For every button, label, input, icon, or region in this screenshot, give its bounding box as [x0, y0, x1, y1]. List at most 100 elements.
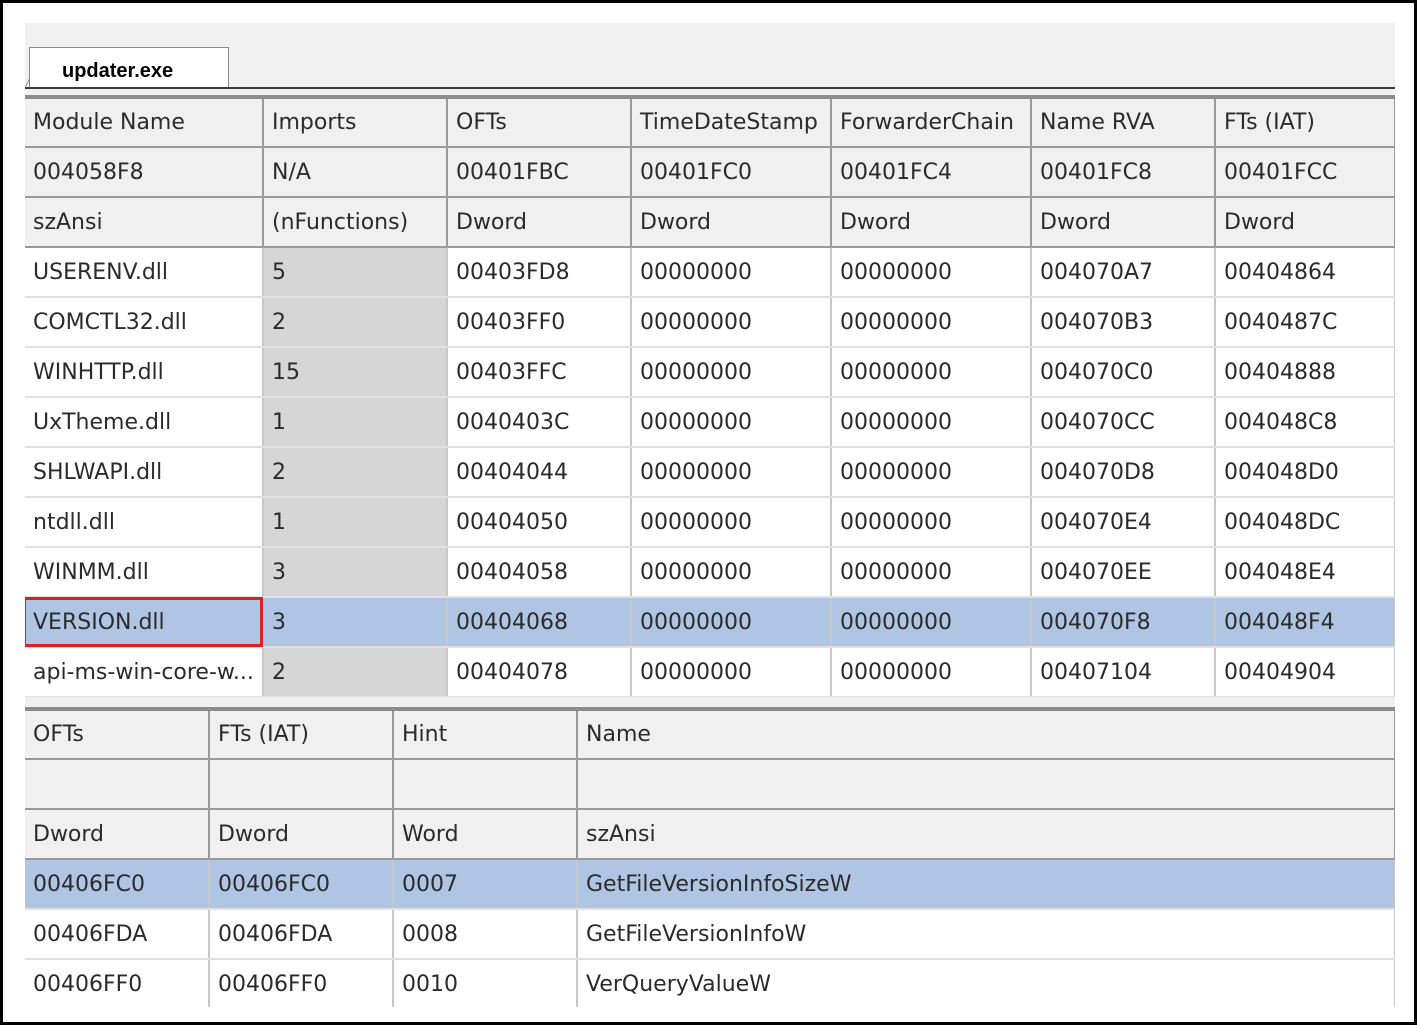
lower-table-cell[interactable]: 00406FDA: [25, 909, 210, 960]
lower-table-row[interactable]: 00406FF0 00406FF0 0010 VerQueryValueW: [25, 959, 1395, 1007]
lower-header-cell[interactable]: Hint: [393, 709, 578, 760]
upper-table-row[interactable]: ntdll.dll 1 00404050 00000000 00000000 004070…: [25, 497, 1395, 548]
upper-header-cell[interactable]: ForwarderChain: [831, 97, 1032, 148]
upper-header-cell[interactable]: 00401FCC: [1215, 147, 1395, 198]
upper-table-cell[interactable]: 00404068: [447, 597, 632, 648]
upper-table-cell[interactable]: 00000000: [631, 397, 832, 448]
upper-table-cell[interactable]: 3: [263, 597, 448, 648]
upper-table-cell[interactable]: 004048C8: [1215, 397, 1395, 448]
lower-table-cell[interactable]: 00406FF0: [25, 959, 210, 1007]
upper-table-cell[interactable]: 004070D8: [1031, 447, 1216, 498]
upper-table-cell[interactable]: 00000000: [631, 497, 832, 548]
upper-table-cell[interactable]: WINMM.dll: [25, 547, 264, 598]
upper-table-cell[interactable]: 00000000: [631, 597, 832, 648]
upper-table-cell[interactable]: UxTheme.dll: [25, 397, 264, 448]
upper-table-row[interactable]: USERENV.dll 5 00403FD8 00000000 00000000 0040…: [25, 247, 1395, 298]
upper-table-cell[interactable]: 00403FD8: [447, 247, 632, 298]
upper-table-cell[interactable]: 004070EE: [1031, 547, 1216, 598]
upper-header-cell[interactable]: 00401FBC: [447, 147, 632, 198]
upper-table-cell[interactable]: 004070E4: [1031, 497, 1216, 548]
upper-table-cell[interactable]: 00000000: [631, 547, 832, 598]
upper-table-cell[interactable]: 004048F4: [1215, 597, 1395, 648]
upper-header-cell[interactable]: 00401FC8: [1031, 147, 1216, 198]
lower-header-cell[interactable]: Dword: [25, 809, 210, 860]
upper-table-cell[interactable]: 1: [263, 497, 448, 548]
lower-table-cell[interactable]: 00406FDA: [209, 909, 394, 960]
upper-table-cell[interactable]: 00404888: [1215, 347, 1395, 398]
upper-table-cell[interactable]: USERENV.dll: [25, 247, 264, 298]
lower-table-cell[interactable]: 00406FC0: [25, 859, 210, 910]
lower-table-cell[interactable]: 00406FF0: [209, 959, 394, 1007]
upper-header-cell[interactable]: Dword: [631, 197, 832, 248]
upper-table-cell[interactable]: ntdll.dll: [25, 497, 264, 548]
splitter[interactable]: [25, 697, 1395, 707]
upper-header-cell[interactable]: szAnsi: [25, 197, 264, 248]
upper-table-cell[interactable]: SHLWAPI.dll: [25, 447, 264, 498]
upper-table-cell[interactable]: 00000000: [631, 647, 832, 698]
upper-table-cell[interactable]: 00404904: [1215, 647, 1395, 698]
upper-table-cell[interactable]: COMCTL32.dll: [25, 297, 264, 348]
upper-header-cell[interactable]: TimeDateStamp: [631, 97, 832, 148]
upper-header-cell[interactable]: Dword: [1031, 197, 1216, 248]
upper-table-row[interactable]: VERSION.dll 3 00404068 00000000 00000000 0040…: [25, 597, 1395, 648]
upper-table-cell[interactable]: 3: [263, 547, 448, 598]
upper-table-cell[interactable]: 00404044: [447, 447, 632, 498]
upper-table-cell[interactable]: 2: [263, 297, 448, 348]
upper-table-cell[interactable]: 00404050: [447, 497, 632, 548]
upper-table-cell[interactable]: 004070B3: [1031, 297, 1216, 348]
lower-table-cell[interactable]: 00406FC0: [209, 859, 394, 910]
upper-table-cell[interactable]: WINHTTP.dll: [25, 347, 264, 398]
upper-header-cell[interactable]: N/A: [263, 147, 448, 198]
upper-header-cell[interactable]: Imports: [263, 97, 448, 148]
upper-table-cell[interactable]: 2: [263, 647, 448, 698]
lower-header-cell[interactable]: [25, 759, 210, 810]
upper-table-cell[interactable]: 00000000: [631, 247, 832, 298]
upper-header-cell[interactable]: 004058F8: [25, 147, 264, 198]
upper-table-cell[interactable]: 00000000: [831, 247, 1032, 298]
upper-table-cell[interactable]: 00000000: [831, 397, 1032, 448]
upper-table-cell[interactable]: 00403FF0: [447, 297, 632, 348]
upper-table-cell[interactable]: 00404078: [447, 647, 632, 698]
upper-header-cell[interactable]: FTs (IAT): [1215, 97, 1395, 148]
upper-header-cell[interactable]: Dword: [447, 197, 632, 248]
upper-table-cell[interactable]: 00000000: [631, 447, 832, 498]
upper-header-cell[interactable]: Dword: [831, 197, 1032, 248]
upper-table-cell[interactable]: 00407104: [1031, 647, 1216, 698]
upper-table-cell[interactable]: 5: [263, 247, 448, 298]
lower-table-cell[interactable]: GetFileVersionInfoW: [577, 909, 1395, 960]
upper-header-cell[interactable]: 00401FC0: [631, 147, 832, 198]
lower-table-row[interactable]: 00406FDA 00406FDA 0008 GetFileVersionInfoW: [25, 909, 1395, 960]
upper-table-cell[interactable]: 00000000: [831, 347, 1032, 398]
lower-table-row[interactable]: 00406FC0 00406FC0 0007 GetFileVersionInfoSi…: [25, 859, 1395, 910]
upper-table-cell[interactable]: 00403FFC: [447, 347, 632, 398]
lower-header-cell[interactable]: Word: [393, 809, 578, 860]
upper-header-cell[interactable]: 00401FC4: [831, 147, 1032, 198]
lower-table-cell[interactable]: 0007: [393, 859, 578, 910]
upper-table-cell[interactable]: 004048D0: [1215, 447, 1395, 498]
upper-table-row[interactable]: WINHTTP.dll 15 00403FFC 00000000 00000000 004…: [25, 347, 1395, 398]
upper-table-cell[interactable]: 00000000: [831, 597, 1032, 648]
lower-header-cell[interactable]: [393, 759, 578, 810]
upper-table-row[interactable]: UxTheme.dll 1 0040403C 00000000 00000000 0040…: [25, 397, 1395, 448]
lower-header-cell[interactable]: OFTs: [25, 709, 210, 760]
upper-table-cell[interactable]: 00404864: [1215, 247, 1395, 298]
upper-table-row[interactable]: WINMM.dll 3 00404058 00000000 00000000 004070…: [25, 547, 1395, 598]
upper-table-cell[interactable]: 00000000: [831, 647, 1032, 698]
upper-table-cell[interactable]: 0040487C: [1215, 297, 1395, 348]
upper-table-cell[interactable]: 1: [263, 397, 448, 448]
upper-table-cell[interactable]: 004070F8: [1031, 597, 1216, 648]
upper-table-cell[interactable]: 2: [263, 447, 448, 498]
upper-header-cell[interactable]: OFTs: [447, 97, 632, 148]
lower-header-cell[interactable]: [577, 759, 1395, 810]
tab-updater-exe[interactable]: updater.exe: [29, 47, 229, 89]
lower-table-cell[interactable]: 0010: [393, 959, 578, 1007]
lower-header-cell[interactable]: szAnsi: [577, 809, 1395, 860]
lower-table-cell[interactable]: GetFileVersionInfoSizeW: [577, 859, 1395, 910]
upper-table-cell[interactable]: 00000000: [631, 347, 832, 398]
upper-table-cell[interactable]: api-ms-win-core-w...: [25, 647, 264, 698]
lower-header-cell[interactable]: Name: [577, 709, 1395, 760]
upper-table-cell[interactable]: 00000000: [831, 447, 1032, 498]
upper-table-cell[interactable]: 004048E4: [1215, 547, 1395, 598]
upper-table-cell[interactable]: 00000000: [831, 297, 1032, 348]
upper-table-cell[interactable]: 00404058: [447, 547, 632, 598]
